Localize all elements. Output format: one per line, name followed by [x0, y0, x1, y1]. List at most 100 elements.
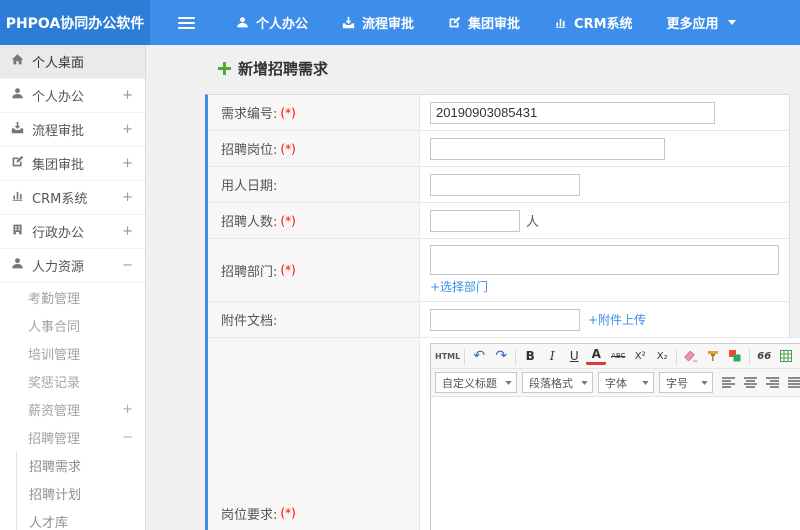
expand-toggle[interactable]: + — [122, 122, 133, 137]
person-icon — [11, 257, 24, 274]
collapse-toggle[interactable]: − — [122, 430, 133, 445]
sidebar-item-personal-desktop[interactable]: 个人桌面 — [0, 45, 145, 79]
nav-label: 流程审批 — [362, 17, 415, 32]
expand-toggle[interactable]: + — [122, 402, 133, 417]
font-size-dropdown[interactable]: 字号 — [659, 372, 713, 393]
form-row-headcount: 招聘人数: (*) 人 — [208, 203, 789, 239]
form-row-demand-no: 需求编号: (*) — [208, 95, 789, 131]
top-navigation: 个人办公 流程审批 集团审批 CRM系统 更多应用 — [219, 0, 753, 45]
redo-button[interactable]: ↷ — [491, 346, 511, 366]
sidebar-item-personal-office[interactable]: 个人办公 + — [0, 79, 145, 113]
superscript-button[interactable]: X² — [630, 346, 650, 366]
color-palette-button[interactable] — [725, 346, 745, 366]
headcount-input[interactable] — [430, 209, 520, 232]
align-center-button[interactable] — [740, 373, 760, 393]
sidebar-subitem-recruitment[interactable]: 招聘管理 − — [0, 423, 145, 451]
chevron-down-icon — [505, 380, 512, 385]
sidebar-item-admin-office[interactable]: 行政办公 + — [0, 215, 145, 249]
italic-button[interactable]: I — [542, 346, 562, 366]
sidebar: 个人桌面 个人办公 + 流程审批 + 集团审批 + CRM系统 + 行政办公 + — [0, 45, 146, 530]
underline-button[interactable]: U — [564, 346, 584, 366]
sidebar-subitem-label: 培训管理 — [28, 347, 81, 363]
font-color-button[interactable]: A — [586, 347, 607, 365]
label-text: 用人日期: — [221, 179, 278, 194]
label-text: 需求编号: — [221, 107, 278, 122]
headcount-unit-label: 人 — [526, 215, 540, 230]
demand-no-input[interactable] — [430, 101, 715, 124]
sidebar-subitem-rewards[interactable]: 奖惩记录 — [0, 367, 145, 395]
form-row-hire-date: 用人日期: — [208, 167, 789, 203]
sidebar-subitem-label: 招聘管理 — [28, 431, 81, 447]
nav-label: 更多应用 — [666, 17, 719, 32]
align-left-button[interactable] — [718, 373, 738, 393]
chevron-down-icon — [727, 20, 736, 25]
menu-toggle-icon[interactable] — [150, 0, 219, 45]
sidebar-subitem-personnel-contract[interactable]: 人事合同 — [0, 311, 145, 339]
remove-format-eraser-button[interactable] — [681, 346, 701, 366]
edit-square-icon — [11, 155, 24, 172]
attachment-upload-link[interactable]: +附件上传 — [588, 311, 646, 328]
sidebar-item-label: 集团审批 — [32, 158, 85, 173]
toolbar-separator — [464, 348, 466, 364]
sidebar-subitem-training[interactable]: 培训管理 — [0, 339, 145, 367]
nav-process-approval[interactable]: 流程审批 — [325, 0, 431, 45]
editor-toolbar-row2: 自定义标题 段落格式 字体 字号 — [431, 369, 800, 397]
collapse-toggle[interactable]: − — [122, 258, 133, 273]
position-input[interactable] — [430, 137, 665, 160]
page-title-text: 新增招聘需求 — [238, 60, 329, 78]
nav-crm-system[interactable]: CRM系统 — [537, 0, 650, 45]
sidebar-subitem-recruit-demand[interactable]: 招聘需求 — [17, 451, 145, 479]
department-textarea[interactable] — [430, 245, 779, 275]
field-label: 需求编号: (*) — [208, 95, 420, 130]
toolbar-separator — [515, 348, 517, 364]
blockquote-button[interactable]: 66 — [754, 346, 774, 366]
expand-toggle[interactable]: + — [122, 156, 133, 171]
format-painter-button[interactable] — [703, 346, 723, 366]
align-right-button[interactable] — [762, 373, 782, 393]
app-logo[interactable]: PHPOA协同办公软件 — [0, 0, 150, 45]
person-icon — [11, 87, 24, 104]
sidebar-item-process-approval[interactable]: 流程审批 + — [0, 113, 145, 147]
required-mark: (*) — [280, 105, 296, 120]
subscript-button[interactable]: X₂ — [652, 346, 672, 366]
nav-label: 集团审批 — [468, 17, 521, 32]
sidebar-subitem-salary[interactable]: 薪资管理 + — [0, 395, 145, 423]
hr-submenu: 考勤管理 人事合同 培训管理 奖惩记录 薪资管理 + 招聘管理 − 招聘需求 招… — [0, 283, 145, 530]
nav-group-approval[interactable]: 集团审批 — [431, 0, 537, 45]
editor-content-area[interactable] — [431, 397, 800, 530]
sidebar-item-human-resources[interactable]: 人力资源 − — [0, 249, 145, 283]
bar-chart-icon — [11, 189, 24, 206]
dropdown-label: 自定义标题 — [442, 376, 497, 390]
sidebar-item-label: 个人办公 — [32, 90, 85, 105]
html-source-button[interactable]: HTML — [435, 346, 460, 366]
edit-square-icon — [448, 16, 461, 29]
chevron-down-icon — [701, 380, 708, 385]
hire-date-input[interactable] — [430, 173, 580, 196]
font-family-dropdown[interactable]: 字体 — [598, 372, 654, 393]
sidebar-subitem-attendance[interactable]: 考勤管理 — [0, 283, 145, 311]
undo-button[interactable]: ↶ — [469, 346, 489, 366]
nav-personal-office[interactable]: 个人办公 — [219, 0, 325, 45]
insert-table-button[interactable] — [776, 346, 796, 366]
strikethrough-button[interactable]: ABC — [608, 346, 628, 366]
custom-heading-dropdown[interactable]: 自定义标题 — [435, 372, 517, 393]
attachment-input[interactable] — [430, 308, 580, 331]
nav-more-apps[interactable]: 更多应用 — [650, 0, 753, 45]
label-text: 招聘人数: — [221, 215, 278, 230]
dropdown-label: 字体 — [605, 376, 627, 390]
sidebar-subitem-label: 奖惩记录 — [28, 375, 81, 391]
toolbar-separator — [676, 348, 678, 364]
sidebar-subitem-recruit-plan[interactable]: 招聘计划 — [17, 479, 145, 507]
expand-toggle[interactable]: + — [122, 190, 133, 205]
align-justify-button[interactable] — [784, 373, 800, 393]
select-department-link[interactable]: +选择部门 — [430, 278, 488, 295]
process-tray-icon — [342, 16, 355, 29]
expand-toggle[interactable]: + — [122, 88, 133, 103]
sidebar-subitem-label: 人事合同 — [28, 319, 81, 335]
sidebar-subitem-talent-pool[interactable]: 人才库 — [17, 507, 145, 530]
sidebar-item-crm-system[interactable]: CRM系统 + — [0, 181, 145, 215]
sidebar-item-group-approval[interactable]: 集团审批 + — [0, 147, 145, 181]
bold-button[interactable]: B — [520, 346, 540, 366]
paragraph-format-dropdown[interactable]: 段落格式 — [522, 372, 593, 393]
expand-toggle[interactable]: + — [122, 224, 133, 239]
